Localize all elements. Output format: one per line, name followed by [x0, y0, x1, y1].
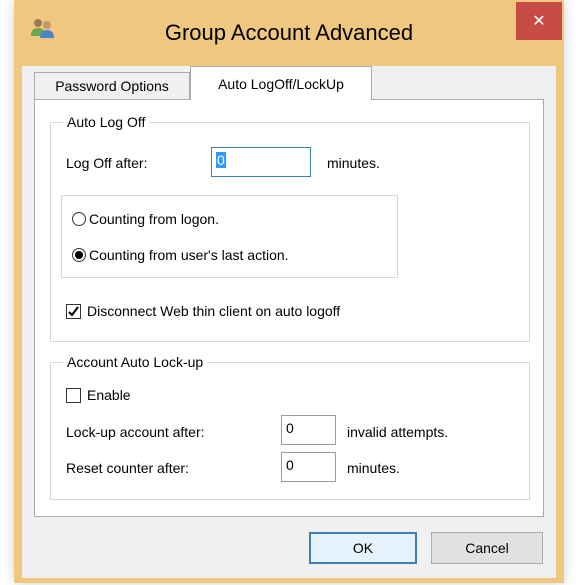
ok-button[interactable]: OK: [309, 532, 417, 564]
disconnect-web-client-label[interactable]: Disconnect Web thin client on auto logof…: [87, 302, 340, 320]
dialog-window: Group Account Advanced ✕ Password Option…: [14, 0, 564, 583]
dialog-client-area: Password Options Auto LogOff/LockUp Auto…: [22, 66, 556, 578]
reset-counter-unit: minutes.: [347, 460, 400, 476]
close-icon: ✕: [532, 13, 546, 30]
window-title: Group Account Advanced: [164, 20, 414, 45]
auto-log-off-legend: Auto Log Off: [63, 113, 150, 131]
account-auto-lockup-legend: Account Auto Lock-up: [63, 353, 208, 371]
log-off-unit: minutes.: [327, 155, 380, 171]
lockup-attempts-unit: invalid attempts.: [347, 424, 449, 440]
enable-lockup-label[interactable]: Enable: [87, 386, 131, 404]
cancel-button[interactable]: Cancel: [431, 532, 543, 564]
disconnect-web-client-checkbox[interactable]: [66, 304, 81, 319]
counting-from-last-action-label[interactable]: Counting from user's last action.: [89, 246, 289, 264]
log-off-minutes-input[interactable]: 0: [211, 147, 311, 177]
log-off-minutes-value: 0: [216, 152, 226, 168]
lockup-account-label: Lock-up account after:: [66, 424, 205, 440]
counting-from-last-action-radio[interactable]: [72, 248, 86, 262]
auto-log-off-group: Auto Log Off Log Off after: 0 minutes. C…: [50, 113, 530, 342]
counting-from-logon-label[interactable]: Counting from logon.: [89, 210, 219, 228]
close-button[interactable]: ✕: [516, 2, 562, 40]
tab-password-options[interactable]: Password Options: [34, 72, 190, 99]
reset-counter-input[interactable]: 0: [281, 452, 336, 482]
enable-lockup-checkbox[interactable]: [66, 388, 81, 403]
counting-mode-group: Counting from logon. Counting from user'…: [61, 195, 398, 278]
account-auto-lockup-group: Account Auto Lock-up Enable Lock-up acco…: [50, 353, 530, 500]
tab-auto-logoff-lockup[interactable]: Auto LogOff/LockUp: [190, 66, 372, 100]
title-bar[interactable]: Group Account Advanced ✕: [14, 0, 564, 65]
reset-counter-label: Reset counter after:: [66, 460, 189, 476]
counting-from-logon-radio[interactable]: [72, 212, 86, 226]
lockup-attempts-input[interactable]: 0: [281, 415, 336, 445]
checkmark-icon: [68, 306, 79, 317]
log-off-label: Log Off after:: [66, 155, 148, 171]
tab-panel: Auto Log Off Log Off after: 0 minutes. C…: [34, 99, 544, 517]
